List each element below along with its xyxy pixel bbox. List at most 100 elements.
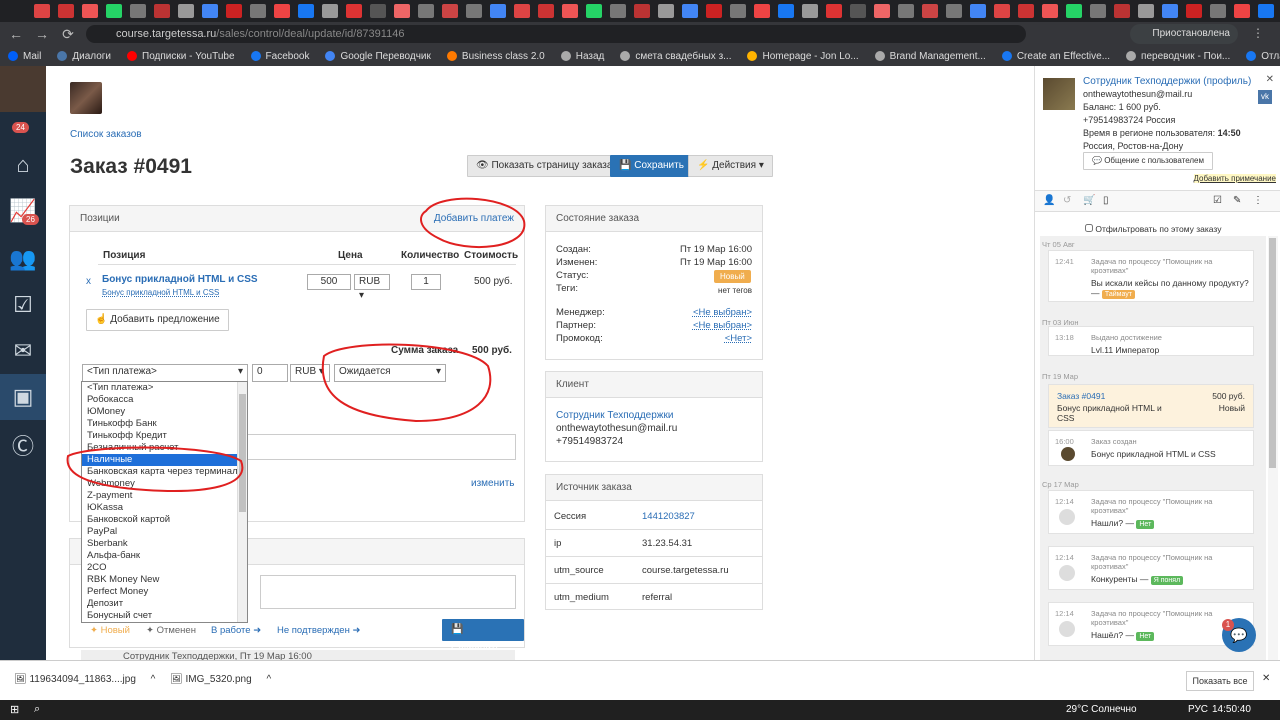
feed-card[interactable]: 13:18 Выдано достижение Lvl.11 Император — [1048, 326, 1254, 356]
browser-tab[interactable] — [850, 4, 866, 18]
taskbar-search-icon[interactable]: ⌕ — [34, 703, 40, 716]
browser-tab[interactable] — [418, 4, 434, 18]
browser-tab[interactable] — [1162, 4, 1178, 18]
users-icon[interactable]: 👥 — [0, 236, 46, 282]
downloads-close-icon[interactable]: ✕ — [1262, 673, 1270, 684]
actions-button[interactable]: ⚡ Действия ▾ — [688, 155, 773, 177]
forward-icon[interactable]: → — [32, 26, 52, 42]
browser-tab[interactable] — [754, 4, 770, 18]
feed-card[interactable]: 12:14 Задача по процессу "Помощник на кро… — [1048, 490, 1254, 534]
browser-tab[interactable] — [898, 4, 914, 18]
browser-tab[interactable] — [634, 4, 650, 18]
payment-type-option[interactable]: Sberbank — [82, 538, 247, 550]
browser-tab[interactable] — [298, 4, 314, 18]
browser-tab[interactable] — [1258, 4, 1274, 18]
browser-tab[interactable] — [538, 4, 554, 18]
browser-tab[interactable] — [658, 4, 674, 18]
payment-type-option[interactable]: 2CO — [82, 562, 247, 574]
stats-icon[interactable]: 📈 — [0, 188, 46, 234]
browser-tab[interactable] — [154, 4, 170, 18]
change-link[interactable]: изменить — [471, 478, 515, 489]
add-note-link[interactable]: Добавить примечание — [1193, 174, 1276, 183]
user-avatar[interactable] — [0, 66, 46, 112]
browser-tab[interactable] — [346, 4, 362, 18]
browser-tab[interactable] — [1210, 4, 1226, 18]
tab-more-icon[interactable]: ⋮ — [1253, 195, 1263, 206]
bookmark[interactable]: Facebook — [250, 51, 309, 62]
browser-tab[interactable] — [370, 4, 386, 18]
save-top-button[interactable]: 💾 Сохранить — [610, 155, 693, 177]
browser-tab[interactable] — [34, 4, 50, 18]
browser-tab[interactable] — [730, 4, 746, 18]
browser-tab[interactable] — [58, 4, 74, 18]
browser-tab[interactable] — [130, 4, 146, 18]
feed-card[interactable]: 12:14 Задача по процессу "Помощник на кро… — [1048, 546, 1254, 590]
payment-type-option[interactable]: ЮKassa — [82, 502, 247, 514]
browser-tab[interactable] — [178, 4, 194, 18]
bookmark[interactable]: Google Переводчик — [325, 51, 431, 62]
browser-tab[interactable] — [1066, 4, 1082, 18]
browser-tab[interactable] — [802, 4, 818, 18]
chat-with-user-button[interactable]: 💬 Общение с пользователем — [1083, 152, 1213, 170]
status-inwork-link[interactable]: В работе ➜ — [211, 625, 261, 636]
browser-tab[interactable] — [274, 4, 290, 18]
payment-type-option[interactable]: RBK Money New — [82, 574, 247, 586]
browser-tab[interactable] — [1090, 4, 1106, 18]
payment-type-option[interactable]: Бонусный счет — [82, 610, 247, 622]
tasks-icon[interactable]: ☑ — [0, 282, 46, 328]
close-icon[interactable]: ✕ — [1266, 74, 1274, 85]
payment-type-option[interactable]: Perfect Money — [82, 586, 247, 598]
browser-tab[interactable] — [946, 4, 962, 18]
bookmark[interactable]: Отладчик репосто... — [1246, 51, 1280, 62]
state-value[interactable]: <Не выбран> — [693, 307, 752, 318]
feed-scrollbar[interactable] — [1268, 236, 1278, 660]
payment-status-select[interactable]: Ожидается ▾ — [334, 364, 446, 382]
price-input[interactable]: 500 — [307, 274, 351, 290]
show-order-page-button[interactable]: 👁 Показать страницу заказа — [467, 155, 622, 177]
tab-check-icon[interactable]: ☑ — [1213, 195, 1222, 206]
browser-tab[interactable] — [1186, 4, 1202, 18]
qty-input[interactable]: 1 — [411, 274, 441, 290]
status-unconfirmed-link[interactable]: Не подтвержден ➜ — [277, 625, 360, 636]
bookmark[interactable]: Create an Effective... — [1001, 51, 1110, 62]
filter-checkbox[interactable] — [1085, 224, 1093, 232]
keyboard-lang[interactable]: РУС — [1188, 704, 1208, 715]
menu-icon[interactable]: ⋮ — [1252, 26, 1264, 40]
client-name[interactable]: Сотрудник Техподдержки — [556, 410, 673, 421]
add-offer-button[interactable]: ☝ Добавить предложение — [86, 309, 229, 331]
download-item-1[interactable]: 🖼 119634094_11863....jpg ^ — [14, 674, 155, 685]
browser-tab[interactable] — [226, 4, 242, 18]
browser-tab[interactable] — [1018, 4, 1034, 18]
show-all-button[interactable]: Показать все — [1186, 671, 1254, 691]
bookmark[interactable]: Подписки - YouTube — [127, 51, 235, 62]
dropdown-scrollbar[interactable] — [237, 382, 247, 622]
browser-tab[interactable] — [202, 4, 218, 18]
state-value[interactable]: <Не выбран> — [693, 320, 752, 331]
browser-tab[interactable] — [1234, 4, 1250, 18]
payment-type-option[interactable]: PayPal — [82, 526, 247, 538]
back-icon[interactable]: ← — [6, 26, 26, 42]
payment-type-option[interactable]: Z-payment — [82, 490, 247, 502]
bookmark[interactable]: Диалоги — [57, 51, 111, 62]
mail-icon[interactable]: ✉ — [0, 328, 46, 374]
payment-type-option[interactable]: ЮMoney — [82, 406, 247, 418]
source-value[interactable]: 1441203827 — [642, 511, 695, 522]
add-payment-link[interactable]: Добавить платеж — [434, 206, 514, 232]
browser-tab[interactable] — [874, 4, 890, 18]
profile-button[interactable]: Приостановлена — [1130, 24, 1238, 44]
browser-tab[interactable] — [922, 4, 938, 18]
save-bottom-button[interactable]: 💾 Сохранить — [442, 619, 524, 655]
feed-card[interactable]: 12:41 Задача по процессу "Помощник на кро… — [1048, 250, 1254, 302]
browser-tab[interactable] — [970, 4, 986, 18]
payment-type-option[interactable]: Банковская карта через терминал — [82, 466, 247, 478]
item-subtitle[interactable]: Бонус прикладной HTML и CSS — [102, 288, 219, 297]
bookmark[interactable]: Mail — [8, 51, 41, 62]
bookmark[interactable]: Назад — [560, 51, 604, 62]
status-cancel-link[interactable]: ✦ Отменен — [146, 625, 196, 636]
browser-tab[interactable] — [994, 4, 1010, 18]
payment-type-option[interactable]: Тинькофф Кредит — [82, 430, 247, 442]
tab-history-icon[interactable]: ↺ — [1063, 195, 1071, 206]
browser-tab[interactable] — [562, 4, 578, 18]
feed-card[interactable]: 16:00 Заказ создан Бонус прикладной HTML и… — [1048, 430, 1254, 466]
state-value[interactable]: <Нет> — [725, 333, 752, 344]
